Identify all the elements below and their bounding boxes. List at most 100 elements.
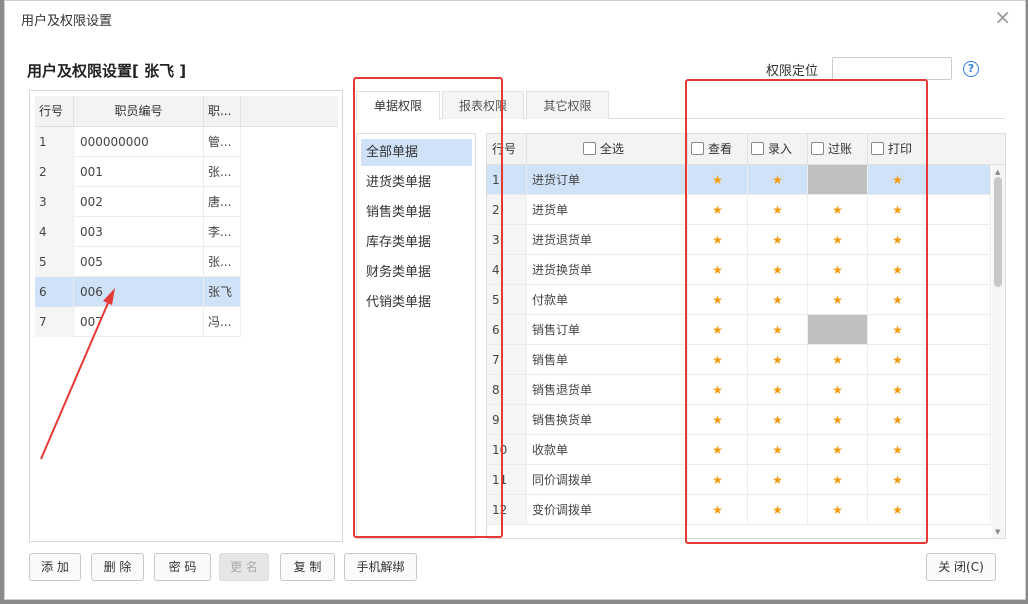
print-permission-cell[interactable]: ★ xyxy=(868,345,928,375)
entry-permission-cell[interactable]: ★ xyxy=(748,225,808,255)
entry-permission-cell[interactable]: ★ xyxy=(748,405,808,435)
select-all-checkbox[interactable] xyxy=(583,142,596,155)
print-permission-cell[interactable]: ★ xyxy=(868,255,928,285)
close-icon[interactable]: × xyxy=(994,7,1011,27)
entry-permission-cell[interactable]: ★ xyxy=(748,315,808,345)
post-permission-cell[interactable]: ★ xyxy=(808,285,868,315)
print-permission-cell[interactable]: ★ xyxy=(868,195,928,225)
entry-all-checkbox[interactable] xyxy=(751,142,764,155)
perm-row-filler xyxy=(928,195,991,225)
permission-row[interactable]: 9 销售换货单 ★ ★ ★ ★ xyxy=(487,405,991,435)
post-permission-cell[interactable]: ★ xyxy=(808,465,868,495)
entry-permission-cell[interactable]: ★ xyxy=(748,345,808,375)
view-all-checkbox[interactable] xyxy=(691,142,704,155)
post-permission-cell[interactable]: ★ xyxy=(808,405,868,435)
print-permission-cell[interactable]: ★ xyxy=(868,285,928,315)
close-button[interactable]: 关 闭(C) xyxy=(926,553,996,581)
star-icon: ★ xyxy=(712,173,723,187)
category-inventory[interactable]: 库存类单据 xyxy=(361,229,472,256)
view-permission-cell[interactable]: ★ xyxy=(688,315,748,345)
view-permission-cell[interactable]: ★ xyxy=(688,435,748,465)
post-permission-cell[interactable]: ★ xyxy=(808,495,868,525)
select-all-header: 全选 xyxy=(527,134,688,165)
tab-other-permissions[interactable]: 其它权限 xyxy=(526,91,609,119)
category-purchase[interactable]: 进货类单据 xyxy=(361,169,472,196)
permission-row[interactable]: 1 进货订单 ★ ★ ★ xyxy=(487,165,991,195)
view-permission-cell[interactable]: ★ xyxy=(688,195,748,225)
unbind-phone-button[interactable]: 手机解绑 xyxy=(344,553,417,581)
star-icon: ★ xyxy=(892,503,903,517)
permission-row[interactable]: 12 变价调拨单 ★ ★ ★ ★ xyxy=(487,495,991,525)
document-name: 进货订单 xyxy=(527,165,688,195)
print-permission-cell[interactable]: ★ xyxy=(868,165,928,195)
print-permission-cell[interactable]: ★ xyxy=(868,465,928,495)
view-permission-cell[interactable]: ★ xyxy=(688,225,748,255)
star-icon: ★ xyxy=(772,203,783,217)
permission-row[interactable]: 6 销售订单 ★ ★ ★ xyxy=(487,315,991,345)
view-permission-cell[interactable]: ★ xyxy=(688,375,748,405)
perm-row-filler xyxy=(928,315,991,345)
permission-row[interactable]: 11 同价调拨单 ★ ★ ★ ★ xyxy=(487,465,991,495)
permission-row[interactable]: 3 进货退货单 ★ ★ ★ ★ xyxy=(487,225,991,255)
scrollbar-thumb[interactable] xyxy=(994,177,1002,287)
print-permission-cell[interactable]: ★ xyxy=(868,405,928,435)
view-permission-cell[interactable]: ★ xyxy=(688,285,748,315)
post-permission-cell[interactable]: ★ xyxy=(808,225,868,255)
post-permission-cell[interactable]: ★ xyxy=(808,195,868,225)
entry-permission-cell[interactable]: ★ xyxy=(748,195,808,225)
star-icon: ★ xyxy=(712,233,723,247)
view-permission-cell[interactable]: ★ xyxy=(688,465,748,495)
permission-row[interactable]: 7 销售单 ★ ★ ★ ★ xyxy=(487,345,991,375)
perm-row-number: 5 xyxy=(487,285,527,315)
entry-permission-cell[interactable]: ★ xyxy=(748,465,808,495)
view-permission-cell[interactable]: ★ xyxy=(688,345,748,375)
category-finance[interactable]: 财务类单据 xyxy=(361,259,472,286)
locate-label: 权限定位 xyxy=(766,64,819,79)
category-all[interactable]: 全部单据 xyxy=(361,139,472,166)
add-button[interactable]: 添 加 xyxy=(29,553,81,581)
post-permission-cell[interactable]: ★ xyxy=(808,255,868,285)
scroll-down-icon[interactable]: ▼ xyxy=(995,528,1000,536)
permission-locate-input[interactable] xyxy=(832,57,952,80)
entry-permission-cell[interactable]: ★ xyxy=(748,255,808,285)
copy-button[interactable]: 复 制 xyxy=(280,553,335,581)
print-permission-cell[interactable]: ★ xyxy=(868,225,928,255)
category-sales[interactable]: 销售类单据 xyxy=(361,199,472,226)
permission-row[interactable]: 4 进货换货单 ★ ★ ★ ★ xyxy=(487,255,991,285)
permission-row[interactable]: 10 收款单 ★ ★ ★ ★ xyxy=(487,435,991,465)
star-icon: ★ xyxy=(712,503,723,517)
post-permission-cell[interactable]: ★ xyxy=(808,375,868,405)
scroll-up-icon[interactable]: ▲ xyxy=(995,168,1000,176)
entry-permission-cell[interactable]: ★ xyxy=(748,435,808,465)
entry-permission-cell[interactable]: ★ xyxy=(748,285,808,315)
print-permission-cell[interactable]: ★ xyxy=(868,495,928,525)
print-permission-cell[interactable]: ★ xyxy=(868,375,928,405)
star-icon: ★ xyxy=(832,353,843,367)
star-icon: ★ xyxy=(892,173,903,187)
post-permission-cell[interactable]: ★ xyxy=(808,345,868,375)
permission-row[interactable]: 2 进货单 ★ ★ ★ ★ xyxy=(487,195,991,225)
permission-row[interactable]: 8 销售退货单 ★ ★ ★ ★ xyxy=(487,375,991,405)
print-permission-cell[interactable]: ★ xyxy=(868,435,928,465)
permission-row[interactable]: 5 付款单 ★ ★ ★ ★ xyxy=(487,285,991,315)
tab-report-permissions[interactable]: 报表权限 xyxy=(442,91,524,119)
post-all-checkbox[interactable] xyxy=(811,142,824,155)
help-icon[interactable]: ? xyxy=(963,61,979,77)
entry-permission-cell[interactable]: ★ xyxy=(748,375,808,405)
post-permission-cell[interactable]: ★ xyxy=(808,435,868,465)
category-consignment[interactable]: 代销类单据 xyxy=(361,289,472,316)
view-permission-cell[interactable]: ★ xyxy=(688,165,748,195)
view-permission-cell[interactable]: ★ xyxy=(688,495,748,525)
permission-table-scrollbar[interactable]: ▲ ▼ xyxy=(992,165,1005,538)
delete-button[interactable]: 删 除 xyxy=(91,553,144,581)
entry-permission-cell[interactable]: ★ xyxy=(748,165,808,195)
view-permission-cell[interactable]: ★ xyxy=(688,405,748,435)
star-icon: ★ xyxy=(712,293,723,307)
password-button[interactable]: 密 码 xyxy=(154,553,211,581)
tab-document-permissions[interactable]: 单据权限 xyxy=(356,91,440,120)
print-all-checkbox[interactable] xyxy=(871,142,884,155)
entry-permission-cell[interactable]: ★ xyxy=(748,495,808,525)
rename-button[interactable]: 更 名 xyxy=(219,553,269,581)
print-permission-cell[interactable]: ★ xyxy=(868,315,928,345)
view-permission-cell[interactable]: ★ xyxy=(688,255,748,285)
